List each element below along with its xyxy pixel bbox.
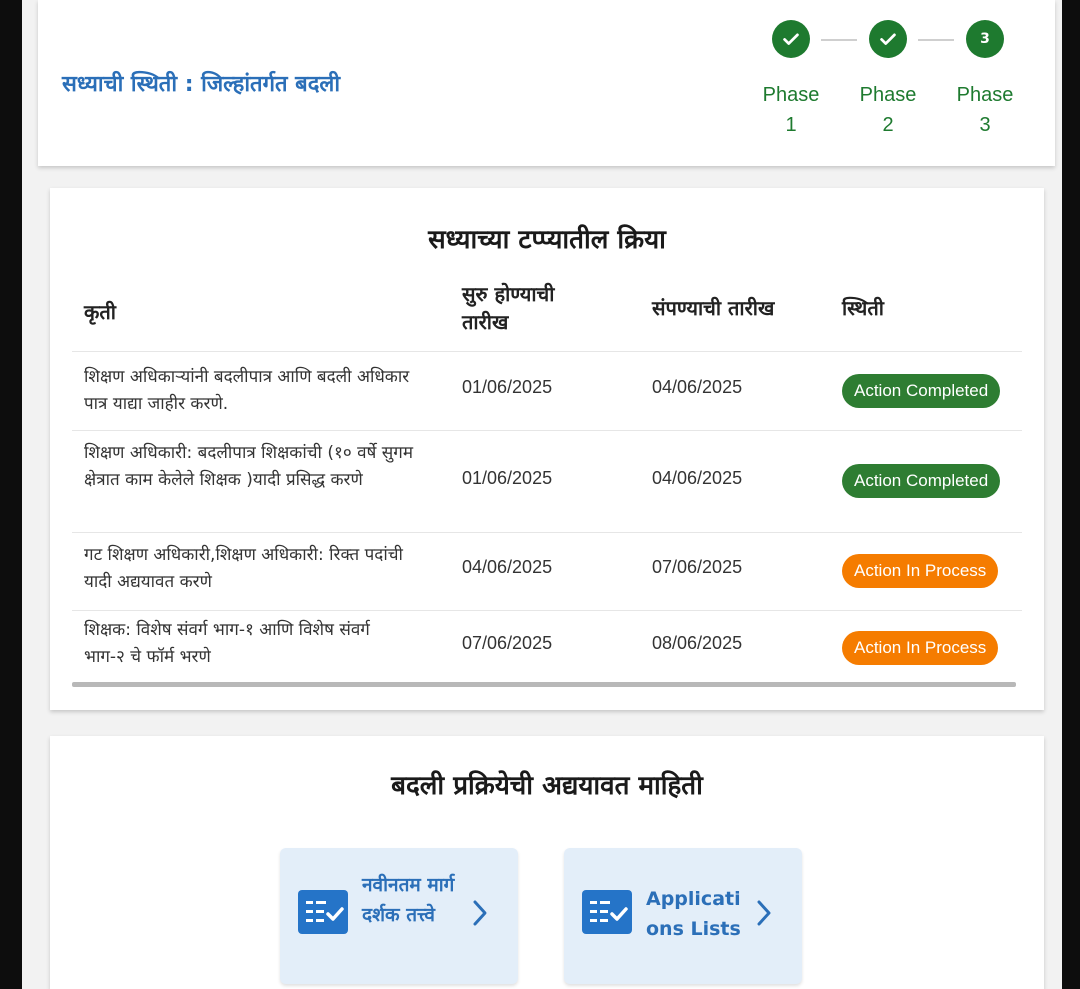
phase-label: Phase 3 xyxy=(956,84,1014,136)
task-cell: शिक्षण अधिकारी: बदलीपात्र शिक्षकांची (१०… xyxy=(84,443,413,490)
check-icon xyxy=(869,20,907,58)
table-row: शिक्षण अधिकारी: बदलीपात्र शिक्षकांची (१०… xyxy=(72,431,1022,533)
screen-edge-right xyxy=(1062,0,1080,989)
link-label: Applications Lists xyxy=(646,888,741,940)
checklist-icon xyxy=(298,890,348,934)
start-date-cell: 04/06/2025 xyxy=(462,557,553,577)
actions-title: सध्याच्या टप्प्यातील क्रिया xyxy=(428,225,666,255)
header-status: स्थिती xyxy=(842,296,884,320)
table-row: गट शिक्षण अधिकारी,शिक्षण अधिकारी: रिक्त … xyxy=(72,533,1022,611)
phase-current-indicator: 3 xyxy=(966,20,1004,58)
latest-guidelines-link[interactable]: नवीनतम मार्गदर्शक तत्त्वे xyxy=(280,848,518,984)
checklist-icon xyxy=(582,890,632,934)
chevron-right-icon xyxy=(473,900,487,926)
table-row: शिक्षण अधिकाऱ्यांनी बदलीपात्र आणि बदली अ… xyxy=(72,353,1022,431)
header-task: कृती xyxy=(84,300,116,324)
end-date-cell: 07/06/2025 xyxy=(652,557,743,577)
check-icon xyxy=(772,20,810,58)
info-title: बदली प्रक्रियेची अद्ययावत माहिती xyxy=(391,771,703,801)
link-label: नवीनतम मार्गदर्शक तत्त्वे xyxy=(362,874,455,926)
chevron-right-icon xyxy=(757,900,771,926)
application-lists-link[interactable]: Applications Lists xyxy=(564,848,802,984)
transfer-process-info-card: बदली प्रक्रियेची अद्ययावत माहिती नवीनतम … xyxy=(50,736,1044,989)
status-badge: Action In Process xyxy=(842,631,999,665)
status-badge: Action Completed xyxy=(842,374,1001,408)
end-date-cell: 04/06/2025 xyxy=(652,377,743,397)
phase-stepper: Phase 1 Phase 2 3 Phase 3 xyxy=(756,20,1036,150)
phase-step-2: Phase 2 xyxy=(853,20,923,140)
task-cell: शिक्षण अधिकाऱ्यांनी बदलीपात्र आणि बदली अ… xyxy=(84,367,410,414)
start-date-cell: 01/06/2025 xyxy=(462,468,553,488)
status-badge: Action Completed xyxy=(842,464,1001,498)
header-end-date: संपण्याची तारीख xyxy=(652,296,775,320)
end-date-cell: 08/06/2025 xyxy=(652,633,743,653)
table-header: कृती सुरु होण्याची तारीख संपण्याची तारीख… xyxy=(72,276,1022,352)
end-date-cell: 04/06/2025 xyxy=(652,468,743,488)
task-cell: शिक्षक: विशेष संवर्ग भाग-१ आणि विशेष संव… xyxy=(84,620,370,667)
phase-step-3: 3 Phase 3 xyxy=(950,20,1020,140)
table-row: शिक्षक: विशेष संवर्ग भाग-१ आणि विशेष संव… xyxy=(72,611,1022,677)
current-phase-actions-card: सध्याच्या टप्प्यातील क्रिया कृती सुरु हो… xyxy=(50,188,1044,710)
status-badge: Action In Process xyxy=(842,554,999,588)
header-start-date: सुरु होण्याची तारीख xyxy=(462,282,555,334)
phase-connector xyxy=(821,39,857,41)
phase-step-1: Phase 1 xyxy=(756,20,826,140)
start-date-cell: 01/06/2025 xyxy=(462,377,553,397)
start-date-cell: 07/06/2025 xyxy=(462,633,553,653)
screen-edge-left xyxy=(0,0,22,989)
phase-label: Phase 2 xyxy=(859,84,917,136)
phase-label: Phase 1 xyxy=(762,84,820,136)
current-status-label: सध्याची स्थिती : जिल्हांतर्गत बदली xyxy=(62,72,341,97)
phase-connector xyxy=(918,39,954,41)
current-status-card: सध्याची स्थिती : जिल्हांतर्गत बदली Phase… xyxy=(38,0,1055,166)
table-horizontal-scrollbar[interactable] xyxy=(72,682,1016,687)
task-cell: गट शिक्षण अधिकारी,शिक्षण अधिकारी: रिक्त … xyxy=(84,545,403,592)
